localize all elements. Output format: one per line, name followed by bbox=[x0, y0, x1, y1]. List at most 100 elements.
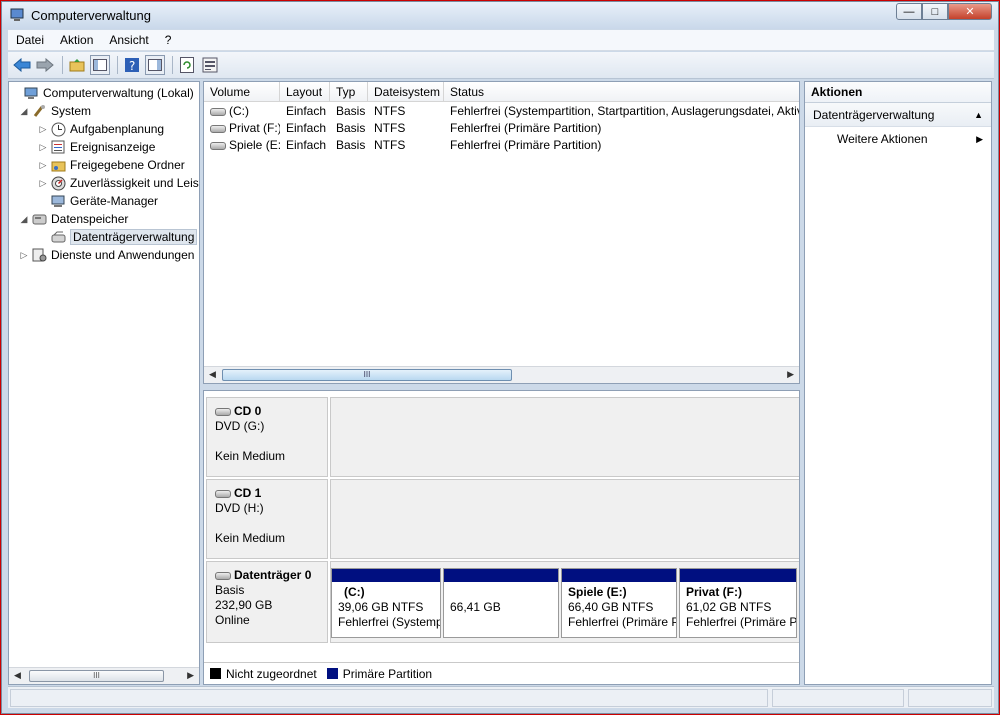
disk-label-cd0[interactable]: CD 0 DVD (G:) Kein Medium bbox=[206, 397, 328, 477]
tree-item-event-viewer[interactable]: ▷ Ereignisanzeige bbox=[38, 138, 156, 156]
disk-type: Basis bbox=[215, 583, 245, 597]
expand-arrow-icon[interactable]: ▷ bbox=[38, 178, 48, 189]
partition-e[interactable]: Spiele (E:) 66,40 GB NTFS Fehlerfrei (Pr… bbox=[561, 568, 677, 638]
cd-drive-icon bbox=[215, 407, 231, 416]
volume-icon bbox=[210, 141, 226, 150]
window-title: Computerverwaltung bbox=[31, 8, 151, 23]
partition-f[interactable]: Privat (F:) 61,02 GB NTFS Fehlerfrei (Pr… bbox=[679, 568, 797, 638]
scroll-thumb[interactable]: III bbox=[29, 670, 164, 682]
menu-ansicht[interactable]: Ansicht bbox=[101, 33, 156, 47]
show-tree-button[interactable] bbox=[90, 55, 110, 75]
menu-aktion[interactable]: Aktion bbox=[52, 33, 101, 47]
navigation-tree: Computerverwaltung (Lokal) ◢ System ▷ Au… bbox=[8, 81, 200, 685]
tree-item-label: Dienste und Anwendungen bbox=[51, 248, 195, 262]
tree-item-reliability[interactable]: ▷ Zuverlässigkeit und Leistung bbox=[38, 174, 199, 192]
disk-area-cd1[interactable] bbox=[330, 479, 799, 559]
disk-label-disk0[interactable]: Datenträger 0 Basis 232,90 GB Online bbox=[206, 561, 328, 643]
tools-icon bbox=[31, 103, 47, 119]
status-segment bbox=[772, 689, 904, 707]
close-button[interactable]: ✕ bbox=[948, 3, 992, 20]
toolbar-separator bbox=[117, 56, 118, 74]
legend-label-primary: Primäre Partition bbox=[342, 666, 433, 681]
partition-bar bbox=[444, 569, 558, 582]
volume-list: Volume Layout Typ Dateisystem Status (C:… bbox=[203, 81, 800, 384]
collapse-arrow-icon[interactable]: ◢ bbox=[19, 106, 29, 117]
collapse-arrow-icon[interactable]: ◢ bbox=[19, 214, 29, 225]
volume-filesystem: NTFS bbox=[374, 138, 406, 152]
table-row[interactable]: (C:) Einfach Basis NTFS Fehlerfrei (Syst… bbox=[204, 103, 799, 120]
forward-button[interactable] bbox=[35, 55, 55, 75]
tree-item-storage[interactable]: ◢ Datenspeicher bbox=[19, 210, 129, 228]
tree-item-task-scheduler[interactable]: ▷ Aufgabenplanung bbox=[38, 120, 164, 138]
back-button[interactable] bbox=[12, 55, 32, 75]
partition-size: 66,41 GB bbox=[450, 600, 501, 614]
disk-name: CD 1 bbox=[234, 486, 262, 500]
tree-item-label: Computerverwaltung (Lokal) bbox=[43, 86, 194, 100]
tree-item-computer-management[interactable]: Computerverwaltung (Lokal) bbox=[11, 84, 194, 102]
table-row[interactable]: Spiele (E:) Einfach Basis NTFS Fehlerfre… bbox=[204, 137, 799, 154]
tree-item-device-manager[interactable]: Geräte-Manager bbox=[48, 192, 158, 210]
close-icon: ✕ bbox=[965, 6, 975, 18]
hard-disk-icon bbox=[215, 571, 231, 580]
partition-status: Fehlerfrei (Primäre Partition bbox=[568, 615, 676, 629]
more-actions-item[interactable]: Weitere Aktionen ▶ bbox=[805, 127, 991, 151]
partition-status: Fehlerfrei (Primäre Partition bbox=[686, 615, 796, 629]
partition-unlabeled[interactable]: 66,41 GB bbox=[443, 568, 559, 638]
expand-arrow-icon[interactable]: ▷ bbox=[19, 250, 29, 261]
refresh-button[interactable] bbox=[177, 55, 197, 75]
expand-arrow-icon[interactable]: ▷ bbox=[38, 124, 48, 135]
actions-section-label: Datenträgerverwaltung bbox=[813, 108, 935, 122]
scroll-left-icon[interactable]: ◀ bbox=[209, 369, 216, 380]
tree-item-label: Ereignisanzeige bbox=[70, 140, 156, 154]
actions-section[interactable]: Datenträgerverwaltung ▲ bbox=[805, 103, 991, 127]
properties-button[interactable] bbox=[200, 55, 220, 75]
volume-status: Fehlerfrei (Systempartition, Startpartit… bbox=[450, 104, 800, 118]
services-icon bbox=[31, 247, 47, 263]
tree-horizontal-scrollbar[interactable]: ◀ III ▶ bbox=[9, 667, 199, 684]
show-action-pane-button[interactable] bbox=[145, 55, 165, 75]
volume-status: Fehlerfrei (Primäre Partition) bbox=[450, 138, 602, 152]
scroll-thumb[interactable]: III bbox=[222, 369, 512, 381]
table-row[interactable]: Privat (F:) Einfach Basis NTFS Fehlerfre… bbox=[204, 120, 799, 137]
help-button[interactable]: ? bbox=[122, 55, 142, 75]
expand-arrow-icon[interactable]: ▷ bbox=[38, 142, 48, 153]
volume-horizontal-scrollbar[interactable]: ◀ III ▶ bbox=[204, 366, 799, 383]
tree-item-label: Datenspeicher bbox=[51, 212, 129, 226]
minimize-button[interactable]: — bbox=[896, 3, 922, 20]
submenu-arrow-icon: ▶ bbox=[976, 134, 983, 144]
up-folder-button[interactable] bbox=[67, 55, 87, 75]
tree-item-services-applications[interactable]: ▷ Dienste und Anwendungen bbox=[19, 246, 195, 264]
scroll-right-icon[interactable]: ▶ bbox=[787, 369, 794, 380]
column-filesystem[interactable]: Dateisystem bbox=[368, 82, 444, 102]
disk-name: Datenträger 0 bbox=[234, 568, 312, 582]
volume-type: Basis bbox=[336, 104, 366, 118]
tree-item-disk-management[interactable]: Datenträgerverwaltung bbox=[48, 228, 198, 246]
computer-icon bbox=[23, 85, 39, 101]
menu-help[interactable]: ? bbox=[157, 33, 180, 47]
partition-c[interactable]: (C:) 39,06 GB NTFS Fehlerfrei (Systempar… bbox=[331, 568, 441, 638]
partition-name: Privat (F:) bbox=[686, 585, 743, 599]
column-volume[interactable]: Volume bbox=[204, 82, 280, 102]
refresh-icon bbox=[180, 57, 194, 73]
disk-area-cd0[interactable] bbox=[330, 397, 799, 477]
tree-item-system[interactable]: ◢ System bbox=[19, 102, 91, 120]
maximize-button[interactable]: □ bbox=[922, 3, 948, 20]
disk-name: CD 0 bbox=[234, 404, 262, 418]
column-type[interactable]: Typ bbox=[330, 82, 368, 102]
menu-datei[interactable]: Datei bbox=[8, 33, 52, 47]
column-layout[interactable]: Layout bbox=[280, 82, 330, 102]
tree-item-shared-folders[interactable]: ▷ Freigegebene Ordner bbox=[38, 156, 185, 174]
column-status[interactable]: Status bbox=[444, 82, 799, 102]
partition-size: 61,02 GB NTFS bbox=[686, 600, 772, 614]
title-bar[interactable]: Computerverwaltung — □ ✕ bbox=[2, 2, 998, 29]
expand-arrow-icon[interactable]: ▷ bbox=[38, 160, 48, 171]
partition-status: Fehlerfrei (Systempartition bbox=[338, 615, 440, 629]
minimize-icon: — bbox=[903, 5, 915, 18]
disk-size: 232,90 GB bbox=[215, 598, 273, 612]
window-controls: — □ ✕ bbox=[896, 3, 992, 20]
device-manager-icon bbox=[50, 193, 66, 209]
scroll-right-icon[interactable]: ▶ bbox=[187, 670, 194, 681]
disk-label-cd1[interactable]: CD 1 DVD (H:) Kein Medium bbox=[206, 479, 328, 559]
scroll-left-icon[interactable]: ◀ bbox=[14, 670, 21, 681]
collapse-up-icon[interactable]: ▲ bbox=[974, 103, 983, 127]
